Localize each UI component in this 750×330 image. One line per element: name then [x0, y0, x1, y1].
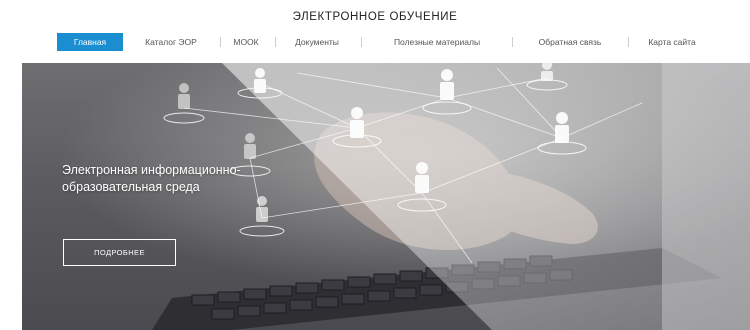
nav-separator	[275, 37, 276, 47]
nav-item-home[interactable]: Главная	[57, 33, 123, 51]
hero-background-image	[22, 63, 750, 330]
nav-item-feedback[interactable]: Обратная связь	[530, 33, 610, 51]
site-title: ЭЛЕКТРОННОЕ ОБУЧЕНИЕ	[292, 11, 458, 23]
more-button[interactable]: ПОДРОБНЕЕ	[63, 239, 176, 266]
nav-item-materials[interactable]: Полезные материалы	[382, 33, 492, 51]
nav-item-catalog[interactable]: Каталог ЭОР	[138, 33, 204, 51]
nav-separator	[512, 37, 513, 47]
nav-item-sitemap[interactable]: Карта сайта	[640, 33, 704, 51]
hero-banner: Электронная информационно-образовательна…	[22, 63, 750, 330]
nav-item-mooc[interactable]: МООК	[228, 33, 264, 51]
main-nav: Главная Каталог ЭОР МООК Документы Полез…	[0, 33, 750, 51]
nav-separator	[628, 37, 629, 47]
nav-separator	[220, 37, 221, 47]
nav-item-documents[interactable]: Документы	[287, 33, 347, 51]
nav-separator	[361, 37, 362, 47]
hero-heading: Электронная информационно-образовательна…	[62, 163, 241, 194]
